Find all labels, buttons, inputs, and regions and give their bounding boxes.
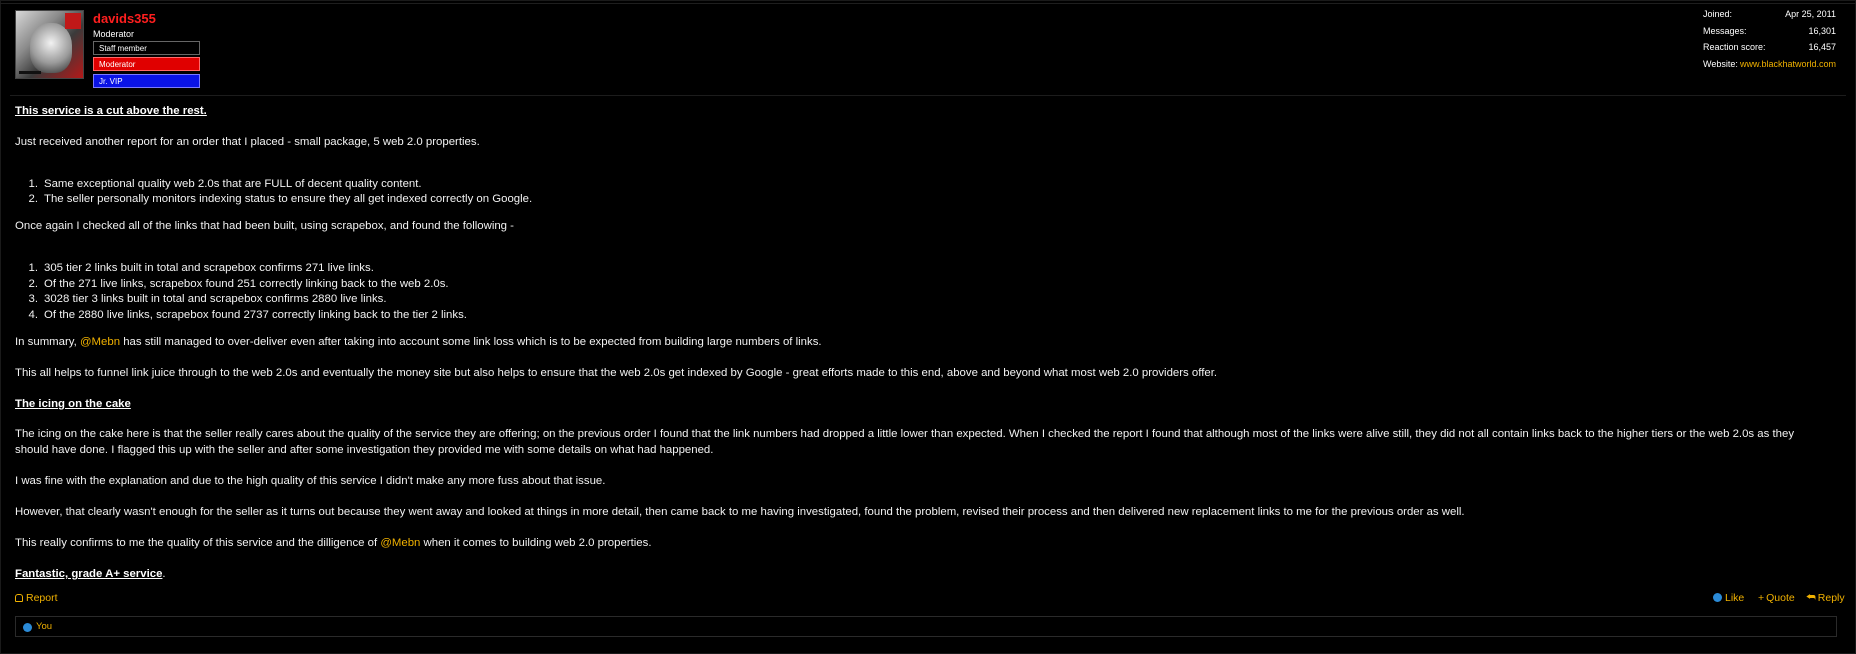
stat-website: Website: www.blackhatworld.com <box>1703 59 1836 76</box>
list-item-text: 3028 tier 3 links built in total and scr… <box>44 293 387 305</box>
paragraph: This all helps to funnel link juice thro… <box>15 367 1218 379</box>
stat-label: Joined: <box>1703 9 1733 19</box>
paragraph: I was fine with the explanation and due … <box>15 475 606 487</box>
banner-staff-member: Staff member <box>93 41 200 55</box>
list-item-text: Same exceptional quality web 2.0s that a… <box>44 178 422 190</box>
heading-fantastic: Fantastic, grade A+ service <box>15 568 163 580</box>
website-link[interactable]: www.blackhatworld.com <box>1740 59 1836 69</box>
list-item: 2. Of the 271 live links, scrapebox found… <box>28 278 449 290</box>
list-item: 1. Same exceptional quality web 2.0s that… <box>28 178 422 190</box>
text: In summary, <box>15 336 80 348</box>
list-item-text: Of the 271 live links, scrapebox found 2… <box>44 278 449 290</box>
avatar-face <box>30 23 72 73</box>
like-icon <box>1713 593 1722 602</box>
reactions-bar: You <box>15 616 1837 637</box>
list-item: 3. 3028 tier 3 links built in total and s… <box>28 293 387 305</box>
banner-moderator: Moderator <box>93 57 200 71</box>
mention-link[interactable]: @Mebn <box>80 336 120 348</box>
stat-reaction-score: Reaction score: 16,457 <box>1703 42 1836 59</box>
like-button[interactable]: Like <box>1713 592 1744 604</box>
reply-arrow-icon: ⮪ <box>1806 592 1816 604</box>
text: . <box>162 568 166 580</box>
username[interactable]: davids355 <box>93 11 156 26</box>
top-divider <box>0 3 1856 4</box>
plus-icon: + <box>1758 592 1765 604</box>
stat-label: Website: <box>1703 58 1738 69</box>
paragraph-confirm: This really confirms to me the quality o… <box>15 537 651 549</box>
reply-label: Reply <box>1817 592 1845 604</box>
paragraph: Just received another report for an orde… <box>15 136 480 148</box>
stat-value[interactable]: 16,301 <box>1808 26 1836 36</box>
stat-joined: Joined: Apr 25, 2011 <box>1703 9 1836 26</box>
user-stats: Joined: Apr 25, 2011 Messages: 16,301 Re… <box>1703 9 1836 75</box>
report-label: Report <box>26 592 58 604</box>
text: This really confirms to me the quality o… <box>15 537 381 549</box>
avatar-label-bar <box>19 71 41 74</box>
paragraph-summary: In summary, @Mebn has still managed to o… <box>15 336 822 348</box>
quote-button[interactable]: + Quote <box>1758 592 1795 604</box>
header-divider <box>10 95 1846 96</box>
list-item-text: 305 tier 2 links built in total and scra… <box>44 262 374 274</box>
stat-value: Apr 25, 2011 <box>1785 9 1836 19</box>
report-button[interactable]: Report <box>15 592 58 604</box>
text: has still managed to over-deliver even a… <box>120 336 822 348</box>
text: when it comes to building web 2.0 proper… <box>420 537 652 549</box>
list-item-text: The seller personally monitors indexing … <box>44 193 533 205</box>
mention-link[interactable]: @Mebn <box>380 537 420 549</box>
banner-jr-vip: Jr. VIP <box>93 74 200 88</box>
bell-icon <box>15 594 23 602</box>
paragraph: The icing on the cake here is that the s… <box>15 428 1795 456</box>
list-item: 2. The seller personally monitors indexin… <box>28 193 533 205</box>
stat-label: Reaction score: <box>1703 42 1766 52</box>
list-item: 4. Of the 2880 live links, scrapebox foun… <box>28 309 467 321</box>
user-title: Moderator <box>93 29 135 39</box>
page-frame <box>0 0 1856 654</box>
reply-button[interactable]: ⮪ Reply <box>1806 592 1845 605</box>
paragraph: However, that clearly wasn't enough for … <box>15 506 1465 518</box>
list-item-text: Of the 2880 live links, scrapebox found … <box>44 309 467 321</box>
heading-icing: The icing on the cake <box>15 398 131 410</box>
avatar[interactable] <box>15 10 84 79</box>
stat-value: 16,457 <box>1808 42 1836 52</box>
stat-label: Messages: <box>1703 25 1747 36</box>
paragraph: Once again I checked all of the links th… <box>15 220 514 232</box>
quote-label: Quote <box>1766 592 1795 604</box>
reaction-user-link[interactable]: You <box>36 621 52 632</box>
like-label: Like <box>1725 592 1745 604</box>
avatar-red-mark <box>65 13 81 29</box>
like-icon <box>23 623 32 632</box>
closing-line: Fantastic, grade A+ service. <box>15 568 166 580</box>
heading-cut-above: This service is a cut above the rest. <box>15 105 207 117</box>
stat-messages: Messages: 16,301 <box>1703 26 1836 43</box>
list-item: 1. 305 tier 2 links built in total and sc… <box>28 262 374 274</box>
